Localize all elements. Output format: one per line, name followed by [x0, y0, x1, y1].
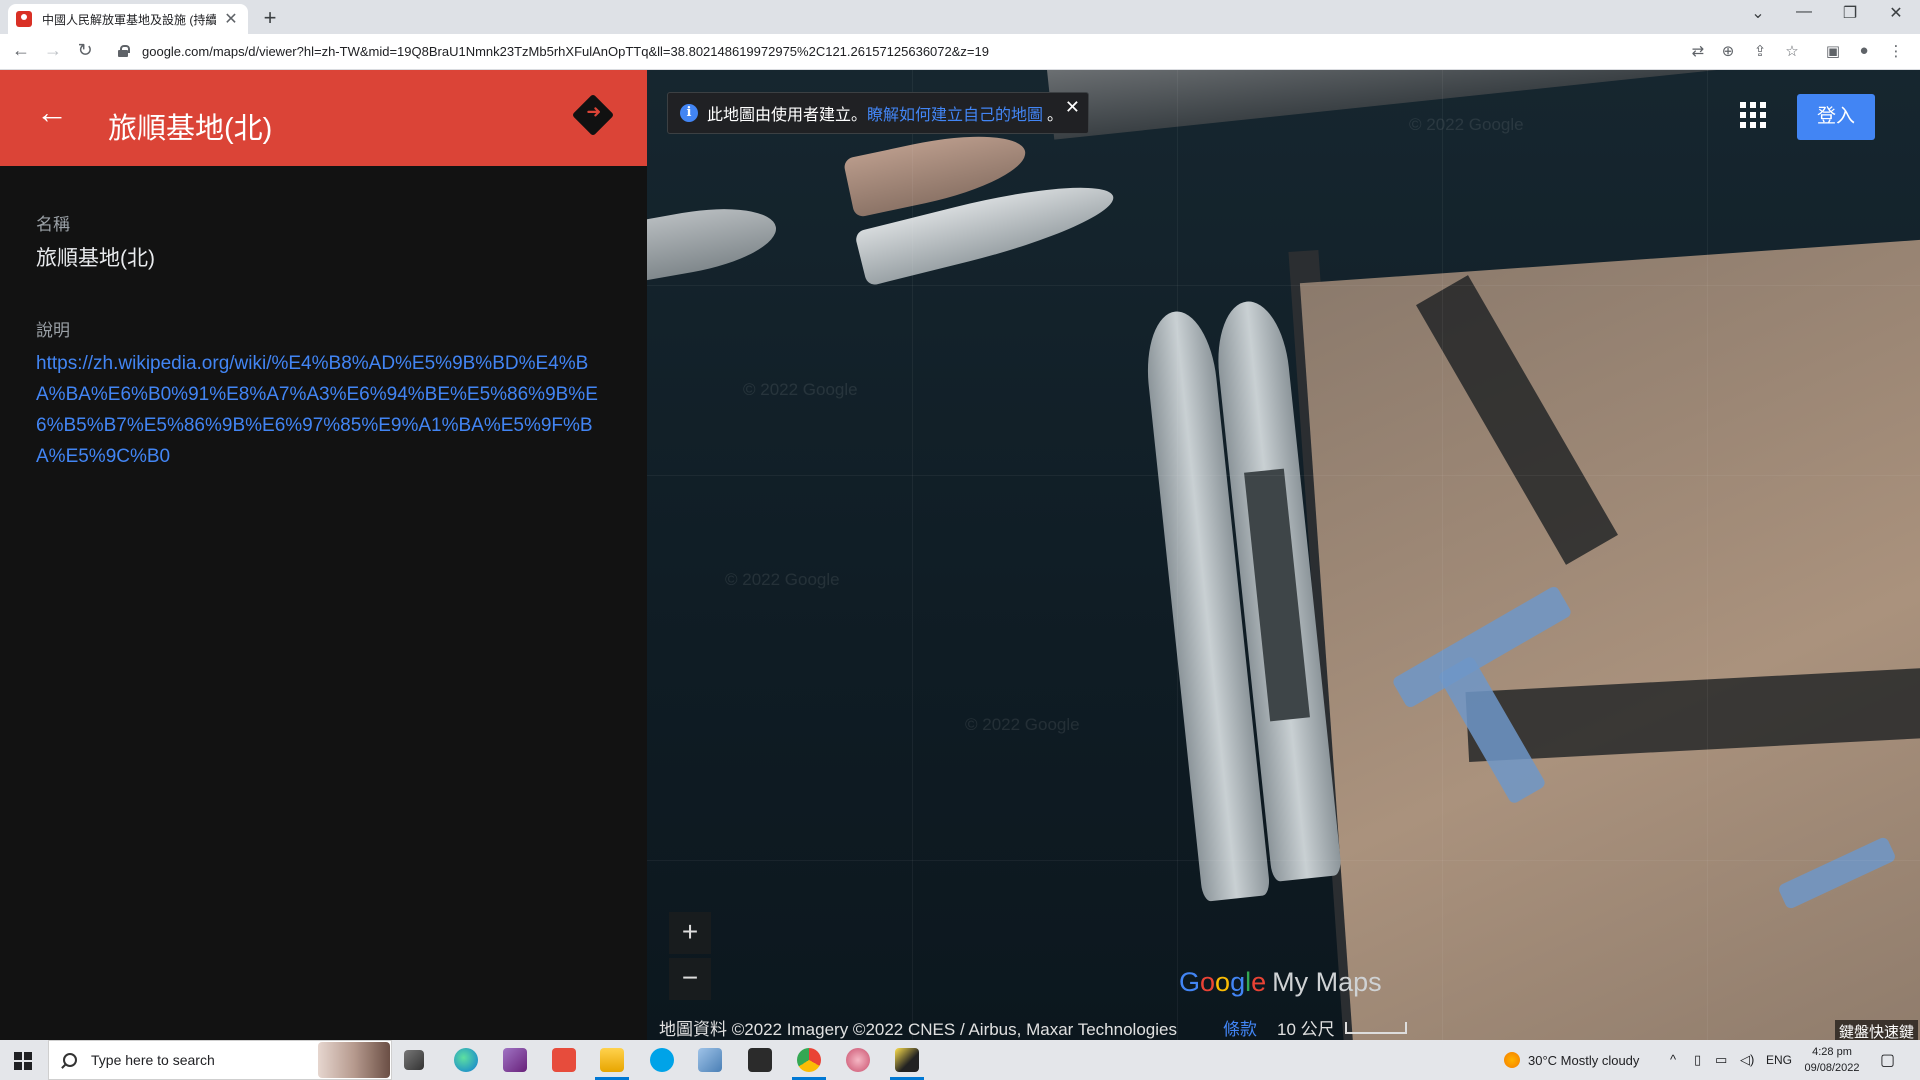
weather-text[interactable]: 30°C Mostly cloudy — [1528, 1053, 1639, 1068]
name-value: 旅順基地(北) — [36, 247, 155, 270]
zoom-icon[interactable]: ⊕ — [1718, 42, 1738, 60]
clock-date[interactable]: 09/08/2022 — [1800, 1061, 1864, 1075]
snipping-tool-icon[interactable] — [846, 1048, 870, 1072]
banner-text: 此地圖由使用者建立。 — [707, 107, 868, 124]
tile-seam — [647, 475, 1920, 476]
name-label: 名稱 — [36, 215, 70, 234]
search-icon — [63, 1053, 77, 1067]
google-apps-icon[interactable] — [1740, 102, 1766, 128]
browser-toolbar: ← → ↻ google.com/maps/d/viewer?hl=zh-TW&… — [0, 34, 1920, 70]
tile-seam — [912, 70, 913, 1040]
scale-label[interactable]: 10 公尺 — [1277, 1015, 1335, 1040]
close-window-button[interactable]: ✕ — [1876, 3, 1916, 23]
edge-icon[interactable] — [454, 1048, 478, 1072]
back-button[interactable]: ← — [9, 40, 33, 61]
windows-taskbar: Type here to search 30°C Mostly cloudy ^… — [0, 1040, 1920, 1080]
back-arrow-icon[interactable]: ← — [36, 96, 68, 128]
tab-close-icon[interactable]: ✕ — [222, 9, 240, 29]
learn-create-map-link[interactable]: 瞭解如何建立自己的地圖 — [867, 101, 1043, 125]
feature-detail-panel: ← 旅順基地(北) 名稱 旅順基地(北) 說明 https://zh.wikip… — [0, 70, 647, 1040]
reload-button[interactable]: ↻ — [73, 40, 97, 61]
windows-start-icon[interactable] — [14, 1052, 32, 1070]
map-canvas[interactable]: © 2022 Google © 2022 Google © 2022 Googl… — [647, 70, 1920, 1040]
tile-seam — [1707, 70, 1708, 1040]
chrome-icon[interactable] — [797, 1048, 821, 1072]
imagery-watermark: © 2022 Google — [725, 570, 840, 589]
search-highlight-image — [318, 1042, 390, 1078]
terms-link[interactable]: 條款 — [1223, 1015, 1257, 1040]
bookmark-icon[interactable]: ☆ — [1782, 42, 1802, 60]
my-maps-favicon-icon — [16, 11, 32, 27]
zoom-out-button[interactable]: − — [669, 958, 711, 1000]
translate-icon[interactable]: ⇄ — [1688, 42, 1708, 60]
browser-tab-strip: 中國人民解放軍基地及設施 (持續 ✕ + ⌄ — ❐ ✕ — [0, 0, 1920, 34]
panel-title: 旅順基地(北) — [108, 113, 273, 145]
keyboard-shortcuts-link[interactable]: 鍵盤快速鍵 — [1835, 1020, 1919, 1040]
tile-seam — [647, 860, 1920, 861]
share-icon[interactable]: ⇪ — [1750, 42, 1770, 60]
zoom-in-button[interactable]: + — [669, 912, 711, 954]
imagery-watermark: © 2022 Google — [743, 380, 858, 399]
scale-bar[interactable] — [1345, 1022, 1407, 1034]
app-icon[interactable] — [698, 1048, 722, 1072]
panel-header: ← 旅順基地(北) — [0, 70, 647, 166]
description-label: 說明 — [36, 321, 70, 340]
volume-icon[interactable]: ◁) — [1740, 1052, 1754, 1068]
visual-studio-icon[interactable] — [503, 1048, 527, 1072]
clock-time[interactable]: 4:28 pm — [1800, 1045, 1864, 1059]
restore-button[interactable]: ❐ — [1830, 3, 1870, 23]
network-icon[interactable]: ▭ — [1715, 1052, 1727, 1068]
sidebar-icon[interactable]: ▣ — [1823, 42, 1843, 60]
user-map-banner: i 此地圖由使用者建立。 瞭解如何建立自己的地圖 。 ✕ — [667, 92, 1089, 134]
address-bar[interactable]: google.com/maps/d/viewer?hl=zh-TW&mid=19… — [142, 44, 989, 59]
skype-icon[interactable] — [650, 1048, 674, 1072]
file-explorer-icon[interactable] — [600, 1048, 624, 1072]
new-tab-button[interactable]: + — [258, 5, 282, 31]
pier — [1299, 238, 1920, 1040]
banner-text-end: 。 — [1047, 107, 1064, 124]
sign-in-button[interactable]: 登入 — [1797, 94, 1875, 140]
taskbar-search-placeholder: Type here to search — [91, 1052, 215, 1068]
profile-icon[interactable]: ● — [1854, 42, 1874, 59]
battery-icon[interactable]: ▯ — [1694, 1052, 1701, 1068]
banner-close-icon[interactable]: ✕ — [1065, 97, 1080, 118]
lock-icon[interactable] — [118, 45, 130, 57]
sticky-notes-icon[interactable] — [895, 1048, 919, 1072]
anydesk-icon[interactable] — [552, 1048, 576, 1072]
tile-seam — [647, 285, 1920, 286]
terminal-icon[interactable] — [748, 1048, 772, 1072]
imagery-watermark: © 2022 Google — [1409, 115, 1524, 134]
tile-seam — [1442, 70, 1443, 1040]
info-icon: i — [680, 104, 698, 122]
tab-search-icon[interactable]: ⌄ — [1738, 3, 1778, 23]
google-my-maps-logo: Google My Maps — [1179, 967, 1382, 997]
tab-title: 中國人民解放軍基地及設施 (持續 — [42, 12, 216, 27]
task-view-icon[interactable] — [404, 1050, 424, 1070]
weather-icon[interactable] — [1504, 1052, 1520, 1068]
directions-icon[interactable] — [571, 93, 615, 137]
language-indicator[interactable]: ENG — [1766, 1053, 1792, 1067]
browser-tab[interactable]: 中國人民解放軍基地及設施 (持續 ✕ — [8, 4, 248, 34]
imagery-watermark: © 2022 Google — [965, 715, 1080, 734]
map-attribution: 地圖資料 ©2022 Imagery ©2022 CNES / Airbus, … — [659, 1020, 1177, 1039]
description-link[interactable]: https://zh.wikipedia.org/wiki/%E4%B8%AD%… — [36, 348, 611, 472]
minimize-button[interactable]: — — [1784, 3, 1824, 21]
notification-center-icon[interactable]: ▢ — [1880, 1050, 1895, 1070]
tray-overflow-icon[interactable]: ^ — [1670, 1052, 1676, 1067]
forward-button[interactable]: → — [41, 40, 65, 61]
menu-icon[interactable]: ⋮ — [1886, 42, 1906, 60]
moored-boat — [647, 197, 782, 283]
tile-seam — [1177, 70, 1178, 1040]
